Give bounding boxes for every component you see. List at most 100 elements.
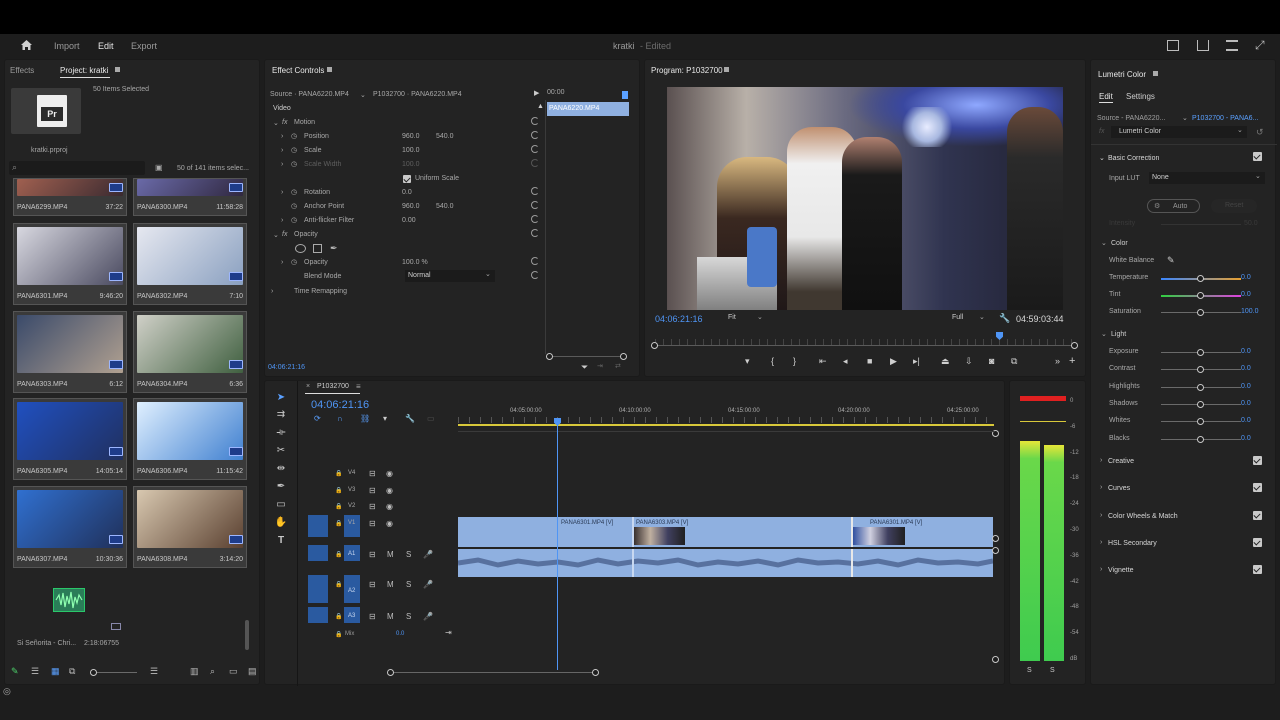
chevron-down-icon[interactable]: ⌄ xyxy=(1101,330,1107,338)
work-area-bar[interactable] xyxy=(458,424,994,426)
sort-icon[interactable]: ☰ xyxy=(150,666,158,677)
program-video-frame[interactable] xyxy=(667,87,1063,310)
lock-icon[interactable]: 🔒 xyxy=(335,631,342,638)
opacity-chevron-icon[interactable]: ⌄ xyxy=(273,231,279,239)
pencil-icon[interactable]: ✎ xyxy=(11,666,19,677)
type-tool-icon[interactable]: T xyxy=(274,534,288,548)
home-icon[interactable] xyxy=(20,39,33,51)
scale-value[interactable]: 100.0 xyxy=(402,147,420,154)
lumetri-section-label[interactable]: Color Wheels & Match xyxy=(1108,513,1178,520)
expand-icon[interactable]: › xyxy=(1100,484,1102,491)
light-row-value[interactable]: 0.0 xyxy=(1241,383,1251,390)
sync-lock-icon[interactable]: ⊟ xyxy=(369,469,376,478)
menu-icon[interactable] xyxy=(1226,40,1238,51)
expand-icon[interactable]: › xyxy=(281,259,283,266)
stopwatch-icon[interactable]: ◷ xyxy=(291,146,297,154)
play-only-icon[interactable]: ▶ xyxy=(534,89,539,97)
blend-mode-dropdown[interactable]: Normal ⌄ xyxy=(405,270,495,282)
light-row-value[interactable]: 0.0 xyxy=(1241,435,1251,442)
slider-knob[interactable] xyxy=(1197,435,1204,443)
tab-lumetri[interactable]: Lumetri Color xyxy=(1098,70,1146,79)
find-icon[interactable]: ⌕ xyxy=(210,666,215,677)
slider-knob[interactable] xyxy=(1197,366,1204,374)
reset-icon[interactable] xyxy=(531,271,539,279)
share-icon[interactable] xyxy=(1197,40,1209,51)
razor-tool-icon[interactable]: ✂ xyxy=(274,444,288,458)
lumetri-section-label[interactable]: Creative xyxy=(1108,458,1134,465)
sync-lock-icon[interactable]: ⊟ xyxy=(369,486,376,495)
basic-correction-label[interactable]: Basic Correction xyxy=(1108,155,1159,162)
step-forward-icon[interactable]: ▸| xyxy=(913,356,920,367)
reset-icon[interactable]: ↺ xyxy=(1256,127,1264,138)
tab-effect-controls[interactable]: Effect Controls xyxy=(272,66,324,75)
expand-icon[interactable]: › xyxy=(281,189,283,196)
new-item-icon[interactable]: ▤ xyxy=(248,666,257,677)
clip-edit-point[interactable] xyxy=(632,549,634,577)
solo-icon[interactable]: S xyxy=(406,550,411,559)
pen-mask-icon[interactable]: ✒ xyxy=(330,243,338,254)
more-controls-icon[interactable]: » xyxy=(1055,356,1060,366)
expand-icon[interactable]: › xyxy=(281,133,283,140)
auto-button[interactable]: ⚙ Auto xyxy=(1147,199,1200,213)
timeline-vscroll-knob[interactable] xyxy=(992,656,999,663)
slider-knob[interactable] xyxy=(1197,383,1204,391)
add-button-icon[interactable]: + xyxy=(1069,355,1075,367)
track-select-tool-icon[interactable]: ⇉ xyxy=(274,408,288,422)
thumbnail-item[interactable]: PANA6308.MP4 3:14:20 xyxy=(133,485,247,568)
sync-lock-icon[interactable]: ⊟ xyxy=(369,580,376,589)
anchor-y[interactable]: 540.0 xyxy=(436,203,454,210)
mic-icon[interactable]: 🎤 xyxy=(423,550,433,559)
source-patch[interactable] xyxy=(308,607,328,623)
lock-icon[interactable]: 🔒 xyxy=(335,613,342,620)
position-y[interactable]: 540.0 xyxy=(436,133,454,140)
position-x[interactable]: 960.0 xyxy=(402,133,420,140)
sync-lock-icon[interactable]: ⊟ xyxy=(369,612,376,621)
lumetri-section-label[interactable]: HSL Secondary xyxy=(1108,540,1157,547)
slider-knob[interactable] xyxy=(1197,400,1204,408)
step-back-icon[interactable]: ◂ xyxy=(843,356,848,367)
ec-zoom-left-knob[interactable] xyxy=(546,353,553,360)
bin-icon[interactable]: ▣ xyxy=(155,163,163,172)
freeform-view-icon[interactable]: ⧉ xyxy=(69,666,75,677)
anchor-x[interactable]: 960.0 xyxy=(402,203,420,210)
thumbnail-item[interactable]: PANA6303.MP4 6:12 xyxy=(13,310,127,393)
solo-icon[interactable]: S xyxy=(406,580,411,589)
thumbnail-item[interactable]: PANA6306.MP4 11:15:42 xyxy=(133,398,247,480)
video-clip[interactable] xyxy=(458,517,558,547)
tab-lumetri-edit[interactable]: Edit xyxy=(1099,92,1113,101)
scrubber-end-knob[interactable] xyxy=(1071,342,1078,349)
eye-icon[interactable]: ◉ xyxy=(386,469,393,478)
selection-tool-icon[interactable]: ➤ xyxy=(274,391,288,405)
panel-menu-icon[interactable] xyxy=(1153,71,1158,76)
snap-icon[interactable]: ∩ xyxy=(337,414,343,423)
sync-lock-icon[interactable]: ⊟ xyxy=(369,502,376,511)
solo-left-button[interactable]: S xyxy=(1027,667,1032,674)
ec-playhead[interactable] xyxy=(622,91,628,99)
settings-wrench-icon[interactable]: 🔧 xyxy=(405,414,415,423)
lock-icon[interactable]: 🔒 xyxy=(335,503,342,510)
light-row-value[interactable]: 0.0 xyxy=(1241,348,1251,355)
source-patch[interactable] xyxy=(308,575,328,603)
new-bin-icon[interactable]: ▭ xyxy=(229,666,238,677)
color-row-value[interactable]: 0.0 xyxy=(1241,291,1251,298)
eye-icon[interactable]: ◉ xyxy=(386,486,393,495)
scrubber-start-knob[interactable] xyxy=(651,342,658,349)
scroll-up-icon[interactable]: ▲ xyxy=(537,103,544,110)
basic-correction-checkbox[interactable] xyxy=(1253,152,1262,161)
go-to-end-icon[interactable]: ⇥ xyxy=(445,628,452,637)
stopwatch-icon[interactable]: ◷ xyxy=(291,258,297,266)
workspace-icon[interactable] xyxy=(1167,40,1179,51)
mic-icon[interactable]: 🎤 xyxy=(423,612,433,621)
panel-menu-icon[interactable] xyxy=(115,67,120,72)
expand-icon[interactable]: › xyxy=(281,147,283,154)
clip-edit-point[interactable] xyxy=(632,517,634,547)
lock-icon[interactable]: 🔒 xyxy=(335,487,342,494)
compare-icon[interactable]: ⧉ xyxy=(1011,356,1017,367)
lift-icon[interactable]: ⏏ xyxy=(941,356,950,367)
eyedropper-icon[interactable]: ✎ xyxy=(1167,255,1175,266)
lock-icon[interactable]: 🔒 xyxy=(335,551,342,558)
mix-value[interactable]: 0.0 xyxy=(396,631,404,637)
light-row-value[interactable]: 0.0 xyxy=(1241,400,1251,407)
opacity-value[interactable]: 100.0 % xyxy=(402,259,428,266)
mark-out-icon[interactable]: } xyxy=(793,356,796,366)
